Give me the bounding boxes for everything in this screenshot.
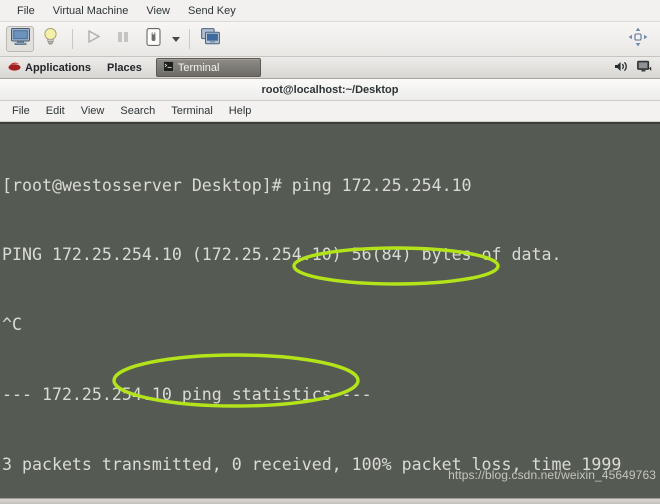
terminal-screen[interactable]: [root@westosserver Desktop]# ping 172.25… (0, 124, 660, 502)
terminal-output: [root@westosserver Desktop]# ping 172.25… (2, 127, 660, 502)
terminal-menu-search[interactable]: Search (112, 101, 163, 122)
terminal-line: --- 172.25.254.10 ping statistics --- (2, 385, 372, 405)
vm-toolbar (0, 22, 660, 57)
vm-menubar: File Virtual Machine View Send Key (0, 0, 660, 22)
terminal-line: PING 172.25.254.10 (172.25.254.10) 56(84… (2, 245, 562, 265)
shutdown-dropdown-caret-icon[interactable] (169, 26, 183, 52)
play-run-icon (86, 29, 101, 49)
snapshots-button[interactable] (196, 26, 224, 52)
pause-icon (116, 30, 130, 49)
applications-menu[interactable]: Applications (0, 57, 99, 79)
terminal-menu-help[interactable]: Help (221, 101, 260, 122)
window-list-item-terminal[interactable]: Terminal (155, 58, 261, 77)
terminal-titlebar[interactable]: root@localhost:~/Desktop (0, 79, 660, 101)
vm-menu-view[interactable]: View (137, 0, 179, 22)
terminal-menu-edit[interactable]: Edit (38, 101, 73, 122)
window-list-item-label: Terminal (177, 61, 220, 74)
volume-speaker-icon[interactable] (614, 60, 629, 76)
terminal-icon (162, 60, 174, 75)
terminal-bottom-edge (0, 498, 660, 504)
gnome-top-panel: Applications Places Terminal (0, 57, 660, 79)
vm-menu-file[interactable]: File (8, 0, 44, 22)
terminal-menu-terminal[interactable]: Terminal (163, 101, 221, 122)
terminal-line: ^C (2, 315, 22, 335)
csdn-watermark: https://blog.csdn.net/weixin_45649763 (448, 468, 656, 482)
terminal-window-title: root@localhost:~/Desktop (261, 83, 399, 96)
terminal-menu-file[interactable]: File (4, 101, 38, 122)
shutdown-vm-button[interactable] (139, 26, 167, 52)
applications-menu-label: Applications (25, 61, 92, 74)
fit-to-screen-button[interactable] (624, 26, 652, 52)
lightbulb-details-icon (43, 27, 58, 51)
snapshot-icon (200, 27, 220, 51)
places-menu-label: Places (107, 61, 142, 74)
virt-manager-vm-window: File Virtual Machine View Send Key Appli… (0, 0, 660, 504)
toolbar-separator-2 (189, 29, 190, 49)
terminal-line: [root@westosserver Desktop]# ping 172.25… (2, 175, 472, 195)
gnome-panel-tray (614, 57, 656, 79)
vm-menu-send-key[interactable]: Send Key (179, 0, 245, 22)
display-settings-icon[interactable] (637, 60, 652, 76)
redhat-logo-icon (8, 61, 21, 75)
places-menu[interactable]: Places (99, 57, 150, 79)
terminal-menubar: File Edit View Search Terminal Help (0, 101, 660, 122)
fit-to-screen-icon (628, 27, 648, 52)
details-view-button[interactable] (36, 26, 64, 52)
toolbar-separator-1 (72, 29, 73, 49)
console-view-button[interactable] (6, 26, 34, 52)
run-vm-button[interactable] (79, 26, 107, 52)
pause-vm-button[interactable] (109, 26, 137, 52)
monitor-console-icon (10, 28, 30, 50)
vm-menu-virtual-machine[interactable]: Virtual Machine (44, 0, 138, 22)
shutdown-icon (145, 27, 161, 51)
terminal-menu-view[interactable]: View (73, 101, 113, 122)
